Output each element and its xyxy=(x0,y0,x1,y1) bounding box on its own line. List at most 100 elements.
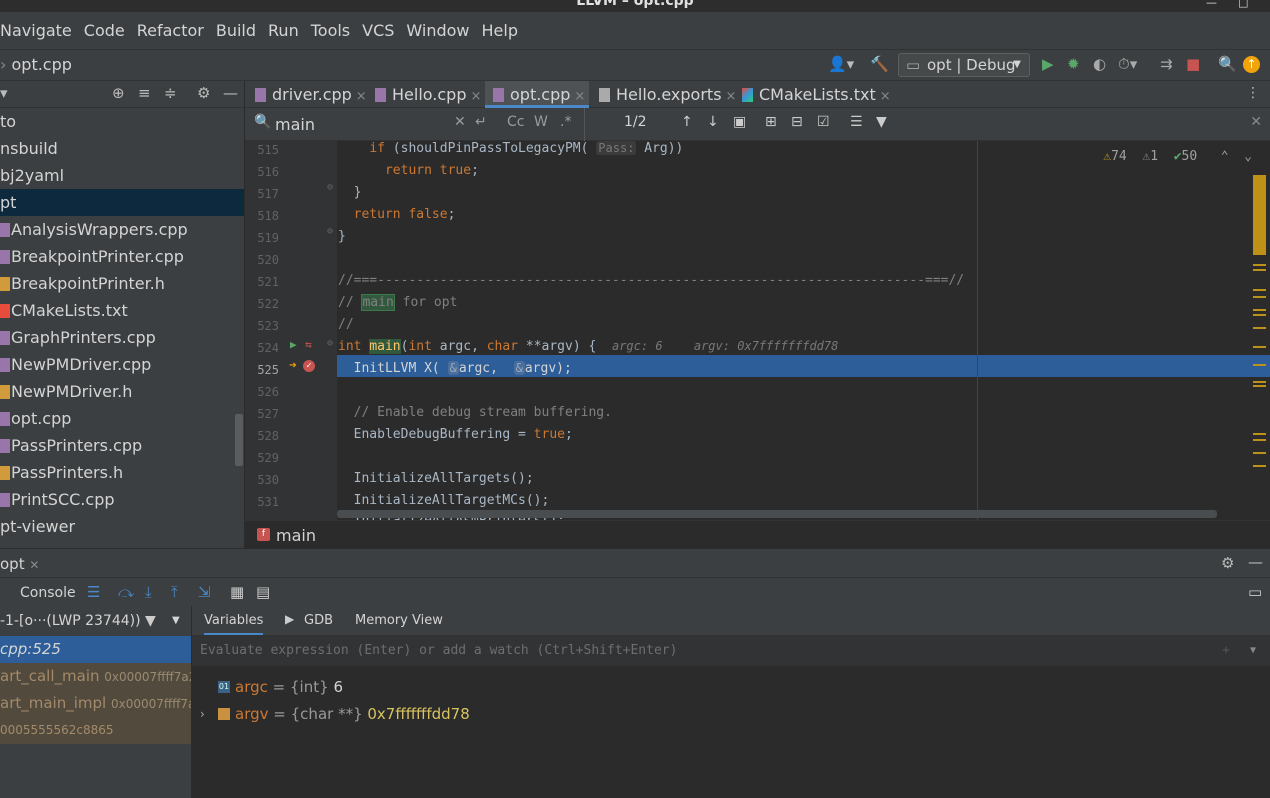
variable-row[interactable]: 01 argc = {int} 6 xyxy=(192,674,1270,701)
run-configuration-select[interactable]: ▭ opt | Debug ▼ xyxy=(898,53,1030,77)
collapse-all-icon[interactable]: ≑ xyxy=(164,84,177,102)
inspection-widget[interactable]: ⚠74 ⚠1 ✔50 ⌃ ⌄ xyxy=(1103,149,1252,164)
stop-icon[interactable]: ■ xyxy=(1186,55,1200,73)
filter-icon[interactable]: ▼ xyxy=(876,114,887,130)
fold-icon[interactable]: ⊖ xyxy=(327,182,333,193)
run-to-cursor-icon[interactable]: ⇲ xyxy=(198,583,211,601)
tree-item[interactable]: AnalysisWrappers.cpp xyxy=(0,216,244,243)
close-icon[interactable]: × xyxy=(880,89,891,104)
menu-tools[interactable]: Tools xyxy=(305,21,356,40)
run-gutter-icon[interactable]: ▶ xyxy=(290,338,297,351)
tree-item[interactable]: PassPrinters.cpp xyxy=(0,432,244,459)
evaluate-icon[interactable]: ▦ xyxy=(230,583,244,601)
remove-occurrence-icon[interactable]: ⊟ xyxy=(791,114,803,130)
frames-list-icon[interactable]: ☰ xyxy=(87,583,100,601)
close-icon[interactable]: × xyxy=(356,89,367,104)
tree-item[interactable]: bj2yaml xyxy=(0,162,244,189)
tree-item[interactable]: pt xyxy=(0,189,244,216)
stripe-mark[interactable] xyxy=(1253,433,1266,435)
stripe-mark[interactable] xyxy=(1253,465,1266,467)
dropdown-arrow-icon[interactable]: ▾ xyxy=(0,84,8,102)
stack-frame[interactable]: art_main_impl 0x00007ffff7a2a xyxy=(0,690,191,717)
thread-selector[interactable]: -1-[o···(LWP 23744)) ▼ ▼ xyxy=(0,606,191,636)
add-occurrence-icon[interactable]: ⊞ xyxy=(765,114,777,130)
layout-icon[interactable]: ▤ xyxy=(256,583,270,601)
tab-gdb[interactable]: GDB xyxy=(304,613,333,628)
stack-frame[interactable]: art_call_main 0x00007ffff7a2ad xyxy=(0,663,191,690)
tree-item[interactable]: BreakpointPrinter.h xyxy=(0,270,244,297)
chevron-down-icon[interactable]: ▼ xyxy=(1250,636,1256,666)
stripe-mark[interactable] xyxy=(1253,264,1266,266)
chevron-right-icon[interactable]: › xyxy=(200,701,205,728)
menu-navigate[interactable]: Navigate xyxy=(0,21,78,40)
chevron-down-icon[interactable]: ▼ xyxy=(172,606,180,636)
close-icon[interactable]: × xyxy=(726,89,737,104)
fold-icon[interactable]: ⊖ xyxy=(327,338,333,349)
tab-variables[interactable]: Variables xyxy=(204,613,264,635)
hide-icon[interactable]: — xyxy=(1248,553,1263,571)
tree-item[interactable]: to xyxy=(0,108,244,135)
user-icon[interactable]: 👤▾ xyxy=(828,55,854,73)
stripe-mark[interactable] xyxy=(1253,439,1266,441)
more-options-icon[interactable]: ⋮ xyxy=(1246,85,1260,101)
close-find-icon[interactable]: ✕ xyxy=(1250,114,1262,130)
tab-hello-cpp[interactable]: Hello.cpp × xyxy=(375,81,485,108)
breadcrumb-file[interactable]: opt.cpp xyxy=(12,55,72,74)
add-watch-icon[interactable]: + xyxy=(1222,636,1230,666)
debug-session-tab[interactable]: opt ✕ xyxy=(0,555,40,579)
build-hammer-icon[interactable]: 🔨 xyxy=(870,55,889,73)
stripe-mark[interactable] xyxy=(1253,269,1266,271)
new-line-icon[interactable]: ↵ xyxy=(475,114,487,130)
tab-hello-exports[interactable]: Hello.exports × xyxy=(599,81,737,108)
locate-icon[interactable]: ⊕ xyxy=(112,84,125,102)
stack-frame[interactable]: 0005555562c8865 xyxy=(0,717,191,744)
evaluate-expression-input[interactable]: Evaluate expression (Enter) or add a wat… xyxy=(192,636,1270,666)
gear-icon[interactable]: ⚙ xyxy=(197,84,210,102)
horizontal-scrollbar[interactable] xyxy=(337,510,1217,518)
stripe-mark[interactable] xyxy=(1253,364,1266,366)
tab-driver-cpp[interactable]: driver.cpp × xyxy=(255,81,373,108)
close-icon[interactable]: ✕ xyxy=(29,558,39,572)
menu-window[interactable]: Window xyxy=(400,21,475,40)
maximize-icon[interactable]: □ xyxy=(1238,0,1248,9)
hide-icon[interactable]: — xyxy=(223,84,238,102)
menu-vcs[interactable]: VCS xyxy=(356,21,400,40)
breadcrumb-function[interactable]: main xyxy=(276,526,316,545)
close-icon[interactable]: × xyxy=(574,89,585,104)
stripe-mark[interactable] xyxy=(1253,314,1266,316)
menu-refactor[interactable]: Refactor xyxy=(131,21,210,40)
step-over-icon[interactable]: ⤼ xyxy=(118,583,134,601)
match-case-toggle[interactable]: Cc xyxy=(507,114,524,130)
nav-breadcrumb[interactable]: › opt.cpp xyxy=(0,55,72,74)
tree-item[interactable]: nsbuild xyxy=(0,135,244,162)
tree-item[interactable]: pt-viewer xyxy=(0,513,244,540)
whole-words-toggle[interactable]: W xyxy=(534,114,548,130)
stripe-mark[interactable] xyxy=(1253,381,1266,383)
debug-bug-icon[interactable]: ✹ xyxy=(1067,55,1080,73)
select-all-icon[interactable]: ▣ xyxy=(733,114,746,130)
next-match-icon[interactable]: ↓ xyxy=(707,114,719,130)
previous-highlight-icon[interactable]: ⌃ xyxy=(1221,149,1229,164)
stripe-mark[interactable] xyxy=(1253,309,1266,311)
variable-row[interactable]: › argv = {char **} 0x7fffffffdd78 xyxy=(192,701,1270,728)
tree-item[interactable]: NewPMDriver.h xyxy=(0,378,244,405)
tab-memory-view[interactable]: Memory View xyxy=(355,613,443,628)
menu-help[interactable]: Help xyxy=(476,21,524,40)
coverage-icon[interactable]: ◐ xyxy=(1093,55,1106,73)
stripe-scroll-thumb[interactable] xyxy=(1253,175,1266,255)
profile-icon[interactable]: ⏱▾ xyxy=(1118,55,1137,73)
error-stripe[interactable] xyxy=(1250,141,1270,520)
stripe-mark[interactable] xyxy=(1253,346,1266,348)
stack-frame[interactable]: cpp:525 xyxy=(0,636,191,663)
console-tab[interactable]: Console xyxy=(20,585,76,601)
stripe-mark[interactable] xyxy=(1253,452,1266,454)
tree-item[interactable]: opt.cpp xyxy=(0,405,244,432)
close-icon[interactable]: × xyxy=(470,89,481,104)
tree-item[interactable]: NewPMDriver.cpp xyxy=(0,351,244,378)
tree-item[interactable]: PassPrinters.h xyxy=(0,459,244,486)
stripe-mark[interactable] xyxy=(1253,385,1266,387)
tree-item[interactable]: CMakeLists.txt xyxy=(0,297,244,324)
context-icon[interactable]: ☰ xyxy=(850,114,863,130)
tab-cmakelists[interactable]: CMakeLists.txt × xyxy=(742,81,891,108)
stripe-mark[interactable] xyxy=(1253,296,1266,298)
